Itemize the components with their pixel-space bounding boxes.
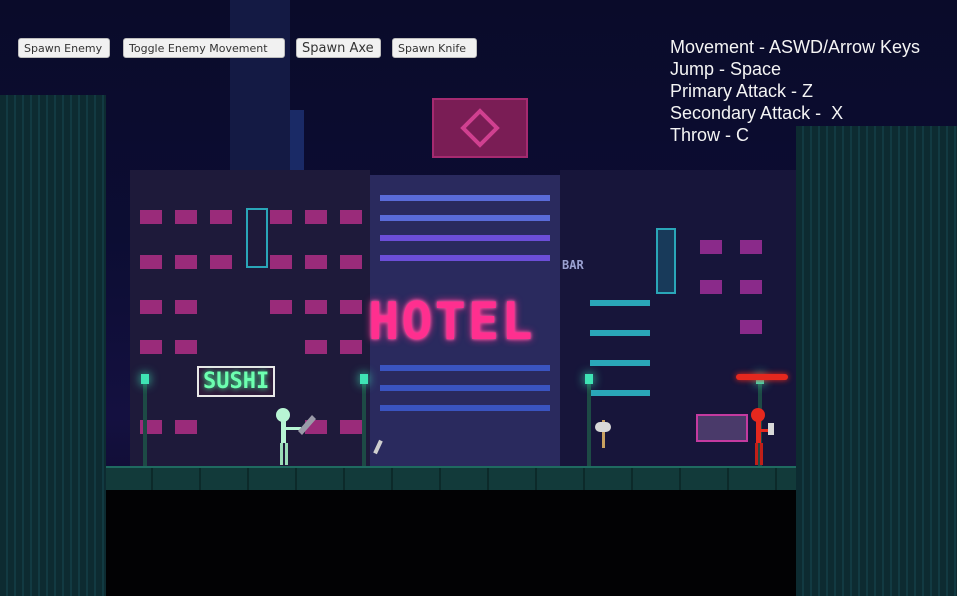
street-underside — [105, 490, 800, 596]
window-stripe — [590, 330, 650, 336]
axe-blade — [595, 422, 611, 432]
controls-throw: Throw - C — [670, 125, 750, 145]
window — [140, 255, 162, 269]
shop-sign — [696, 414, 748, 442]
controls-jump: Jump - Space — [670, 59, 782, 79]
sushi-sign: SUSHI — [197, 366, 276, 397]
window — [305, 340, 327, 354]
window-stripe — [590, 360, 650, 366]
street-floor — [105, 466, 800, 490]
lamp-light — [360, 374, 368, 384]
window-stripe — [380, 365, 550, 371]
enemy-character — [751, 408, 774, 465]
vertical-sign — [246, 208, 268, 268]
enemy-indicator — [736, 374, 788, 380]
window-stripe — [380, 385, 550, 391]
window — [740, 320, 762, 334]
bar-sign: BAR — [562, 258, 584, 272]
diamond-logo-icon — [460, 108, 500, 148]
window — [700, 280, 722, 294]
window — [740, 240, 762, 254]
window — [140, 210, 162, 224]
left-pillar — [0, 95, 106, 596]
controls-primary-attack: Primary Attack - Z — [670, 81, 814, 101]
window-stripe — [380, 215, 550, 221]
game-scene: HOTEL SUSHI BAR Spawn Enemy Toggle Enemy… — [0, 0, 957, 596]
window — [340, 340, 362, 354]
window-stripe — [380, 195, 550, 201]
window-stripe — [380, 405, 550, 411]
right-pillar — [796, 126, 957, 596]
street-lamp — [362, 380, 366, 468]
window — [340, 255, 362, 269]
controls-movement: Movement - ASWD/Arrow Keys — [670, 37, 921, 57]
window — [210, 210, 232, 224]
window-stripe — [380, 255, 550, 261]
window — [175, 420, 197, 434]
window — [305, 255, 327, 269]
window — [340, 210, 362, 224]
window — [270, 210, 292, 224]
window — [700, 240, 722, 254]
vertical-sign — [656, 228, 676, 294]
window — [175, 340, 197, 354]
window — [140, 340, 162, 354]
window — [270, 255, 292, 269]
window — [210, 255, 232, 269]
window — [305, 210, 327, 224]
axe-pickup-icon[interactable] — [594, 418, 612, 448]
window-stripe — [380, 235, 550, 241]
street-lamp — [587, 380, 591, 468]
window — [340, 300, 362, 314]
hotel-sign: HOTEL — [368, 292, 535, 352]
window-stripe — [590, 390, 650, 396]
spawn-knife-button[interactable]: Spawn Knife — [392, 38, 477, 58]
window — [740, 280, 762, 294]
rooftop-billboard — [432, 98, 528, 158]
window — [140, 300, 162, 314]
window — [175, 210, 197, 224]
window — [175, 300, 197, 314]
controls-secondary-attack: Secondary Attack - X — [670, 103, 844, 123]
toggle-enemy-movement-button[interactable]: Toggle Enemy Movement — [123, 38, 285, 58]
window — [305, 300, 327, 314]
spawn-axe-button[interactable]: Spawn Axe — [296, 38, 381, 58]
window-stripe — [590, 300, 650, 306]
lamp-light — [141, 374, 149, 384]
window — [340, 420, 362, 434]
street-lamp — [143, 380, 147, 468]
window — [175, 255, 197, 269]
spawn-enemy-button[interactable]: Spawn Enemy — [18, 38, 110, 58]
player-character — [276, 408, 316, 465]
background-tower — [230, 0, 290, 190]
lamp-light — [585, 374, 593, 384]
window — [270, 300, 292, 314]
